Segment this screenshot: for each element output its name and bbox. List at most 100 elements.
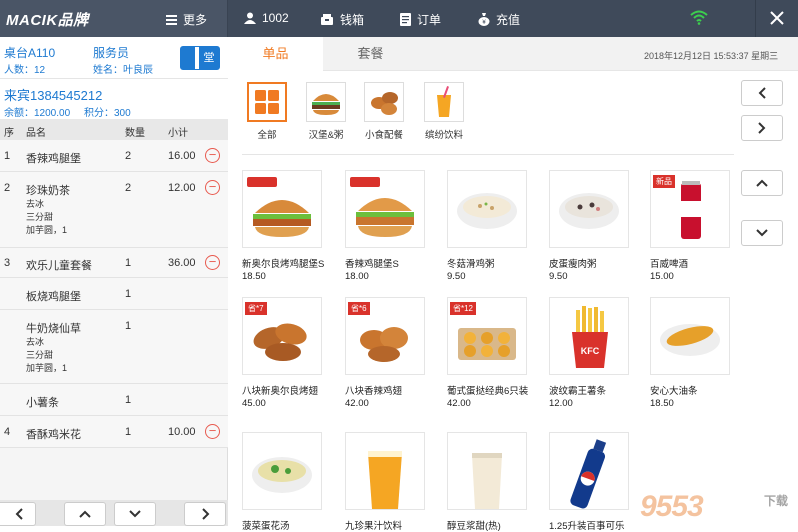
category-snacks[interactable]: 小食配餐	[362, 82, 406, 141]
product-name: 1.25升装百事可乐	[549, 521, 625, 532]
row-name: 香酥鸡米花	[26, 429, 81, 441]
product-price: 18.00	[345, 271, 369, 282]
product-price: 18.50	[242, 271, 266, 282]
order-row[interactable]: 1 香辣鸡腿堡 2 16.00 −	[0, 140, 228, 172]
row-name: 香辣鸡腿堡	[26, 153, 81, 165]
category-label: 全部	[257, 130, 277, 141]
order-row[interactable]: 小薯条 1	[0, 384, 228, 416]
fries-image: KFC	[549, 297, 629, 375]
row-subtotal: 10.00	[168, 426, 196, 438]
order-row[interactable]: 2 珍珠奶茶 去冰 三分甜 加芋圆，1 2 12.00 −	[0, 172, 228, 248]
burger-image	[242, 170, 322, 248]
product-name: 百威啤酒	[650, 259, 689, 270]
recharge-label: 充值	[496, 13, 521, 27]
col-name: 品名	[26, 128, 46, 139]
col-subtotal: 小计	[168, 128, 188, 139]
more-menu-button[interactable]: 更多	[166, 11, 207, 28]
product-name: 冬菇滑鸡粥	[447, 259, 495, 270]
chevron-down-icon	[129, 510, 141, 518]
scroll-left-button[interactable]	[0, 502, 36, 526]
dine-in-toggle[interactable]: 堂	[180, 46, 220, 70]
row-subtotal: 12.00	[168, 182, 196, 194]
people-count: 人数：12	[4, 65, 46, 76]
table-number[interactable]: 桌台A110	[4, 44, 55, 61]
chevron-left-icon	[15, 508, 23, 520]
row-name: 珍珠奶茶	[26, 185, 70, 197]
remove-item-button[interactable]: −	[205, 148, 220, 163]
close-button[interactable]	[755, 0, 798, 37]
product-price: 45.00	[242, 398, 266, 409]
order-row[interactable]: 板烧鸡腿堡 1	[0, 278, 228, 310]
grid-icon	[247, 82, 287, 122]
scroll-right-button[interactable]	[184, 502, 226, 526]
row-index: 3	[4, 257, 11, 269]
waiter-label[interactable]: 服务员	[93, 44, 129, 61]
menu-icon	[166, 14, 177, 25]
burger-icon	[306, 82, 346, 122]
orders-icon	[400, 13, 411, 26]
tab-combo[interactable]: 套餐	[323, 37, 418, 71]
product-name: 波纹霸王薯条	[549, 386, 607, 397]
order-row[interactable]: 4 香酥鸡米花 1 10.00 −	[0, 416, 228, 448]
order-pager	[0, 500, 228, 526]
product-name: 八块新奥尔良烤翅	[242, 386, 319, 397]
orders-button[interactable]: 订单	[400, 11, 441, 28]
product-name: 九珍果汁饮料	[345, 521, 403, 532]
table-info: 桌台A110 人数：12 服务员 姓名：叶良辰 堂	[0, 37, 228, 79]
category-drinks[interactable]: 缤纷饮料	[422, 82, 466, 141]
recharge-button[interactable]: ¥ 充值	[478, 11, 520, 28]
chicken-wings-image: 省*7	[242, 297, 322, 375]
member-info[interactable]: 来宾1384545212 余额：1200.00 积分：300	[0, 79, 228, 119]
divider	[242, 154, 734, 155]
scroll-up-button[interactable]	[64, 502, 106, 526]
product-price: 12.00	[549, 398, 573, 409]
product-price: 42.00	[345, 398, 369, 409]
page-prev-button[interactable]	[741, 80, 783, 106]
product-price: 18.50	[650, 398, 674, 409]
remove-item-button[interactable]: −	[205, 180, 220, 195]
page-next-button[interactable]	[741, 115, 783, 141]
chevron-up-icon	[756, 179, 768, 187]
juice-image	[345, 432, 425, 510]
row-note: 加芋圆，1	[26, 225, 68, 235]
brand-area: MACIK品牌 更多	[0, 0, 228, 37]
product-tabs: 单品 套餐 2018年12月12日 15:53:37 星期三	[228, 37, 798, 71]
category-burger-porridge[interactable]: 汉堡&粥	[304, 82, 348, 141]
row-qty: 1	[125, 426, 132, 438]
user-button[interactable]: 1002	[244, 11, 289, 25]
remove-item-button[interactable]: −	[205, 255, 220, 270]
scroll-products-down-button[interactable]	[741, 220, 783, 246]
row-name: 板烧鸡腿堡	[26, 291, 81, 303]
row-qty: 1	[125, 257, 132, 269]
money-bag-icon: ¥	[478, 13, 490, 26]
scroll-down-button[interactable]	[114, 502, 156, 526]
category-label: 小食配餐	[364, 130, 403, 141]
watermark-logo: 9553	[640, 490, 704, 523]
product-name: 葡式蛋挞经典6只装	[447, 386, 529, 397]
cashbox-button[interactable]: 钱箱	[320, 11, 364, 28]
cashbox-icon	[321, 13, 333, 25]
tab-single-item[interactable]: 单品	[228, 37, 323, 71]
order-row[interactable]: 3 欢乐儿童套餐 1 36.00 −	[0, 248, 228, 278]
order-row[interactable]: 牛奶烧仙草 去冰 三分甜 加芋圆，1 1	[0, 310, 228, 384]
user-icon	[244, 12, 256, 24]
category-all[interactable]: 全部	[245, 82, 289, 141]
remove-item-button[interactable]: −	[205, 424, 220, 439]
row-qty: 2	[125, 182, 132, 194]
chicken-wing-icon	[364, 82, 404, 122]
row-index: 2	[4, 182, 11, 194]
order-panel: 桌台A110 人数：12 服务员 姓名：叶良辰 堂 来宾1384545212 余…	[0, 37, 228, 526]
row-qty: 1	[125, 288, 132, 300]
wifi-icon	[690, 10, 708, 25]
burger-image	[345, 170, 425, 248]
product-panel: 单品 套餐 2018年12月12日 15:53:37 星期三 全部 汉堡&粥 小…	[228, 37, 798, 532]
row-qty: 2	[125, 150, 132, 162]
row-subtotal: 36.00	[168, 257, 196, 269]
row-qty: 1	[125, 394, 132, 406]
row-note: 加芋圆，1	[26, 363, 68, 373]
scroll-products-up-button[interactable]	[741, 170, 783, 196]
member-phone: 来宾1384545212	[4, 88, 103, 103]
pepsi-bottle-image	[549, 432, 629, 510]
product-name: 皮蛋瘦肉粥	[549, 259, 597, 270]
col-qty: 数量	[125, 128, 145, 139]
